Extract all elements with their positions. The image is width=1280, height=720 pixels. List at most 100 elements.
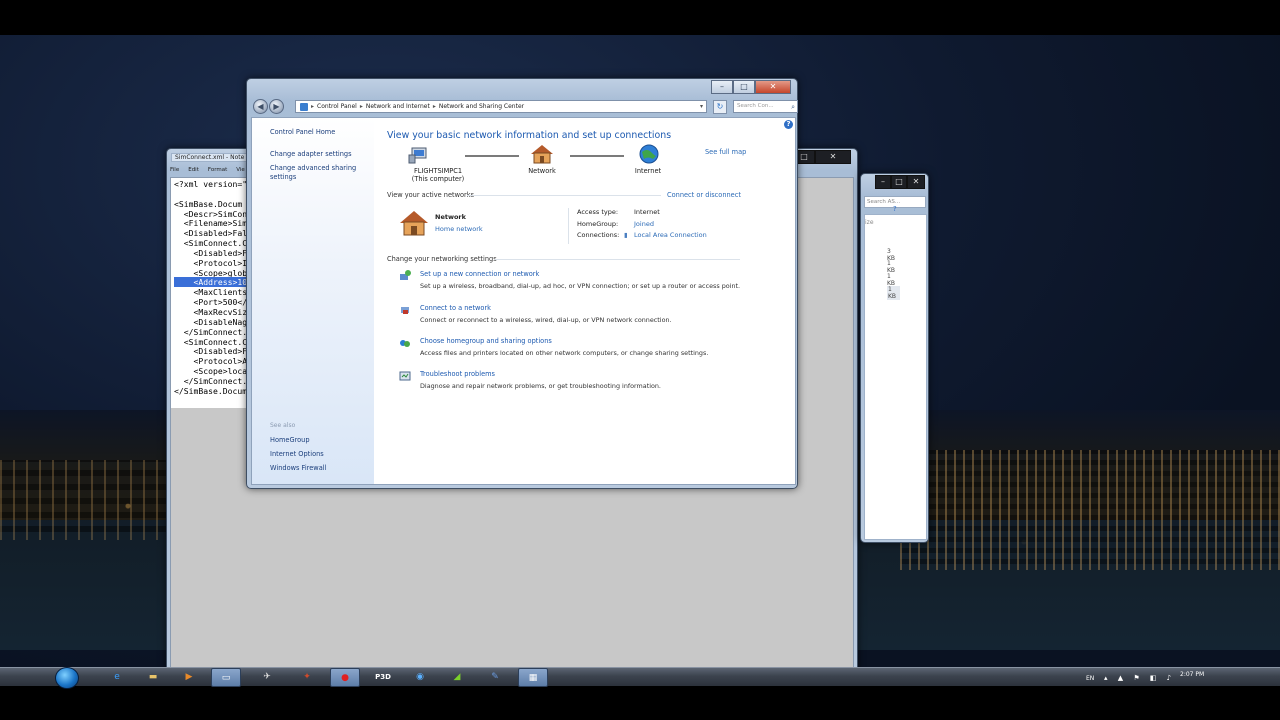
see-full-map-link[interactable]: See full map — [705, 148, 746, 156]
section-divider — [495, 259, 740, 260]
notepad-line[interactable]: <Disabled>Fals — [174, 346, 249, 356]
start-button[interactable] — [55, 667, 79, 689]
network-icon[interactable]: ▦ — [518, 668, 548, 687]
nsc-toolbar: ◀ ▶ ▸ Control Panel ▸ Network and Intern… — [251, 99, 798, 114]
notepad-line[interactable]: <Disabled>False — [174, 228, 249, 238]
explorer-window[interactable]: – □ ✕ Search AS... ize ? 3 KB 1 KB 1 KB … — [860, 173, 929, 543]
task-title[interactable]: Choose homegroup and sharing options — [420, 337, 552, 345]
tray-icons[interactable]: ▴ ▲ ⚑ ◧ ♪ — [1104, 674, 1175, 682]
windows-firewall-link[interactable]: Windows Firewall — [270, 464, 326, 472]
local-area-connection-link[interactable]: Local Area Connection — [634, 231, 707, 239]
file-size: 1 KB — [887, 260, 896, 274]
change-adapter-settings-link[interactable]: Change adapter settings — [270, 150, 352, 158]
notepad-line[interactable]: <Filename>SimC — [174, 218, 249, 228]
refresh-button[interactable]: ↻ — [713, 100, 727, 114]
map-computer-node[interactable] — [407, 146, 429, 166]
folder-icon[interactable]: ▬ — [139, 668, 167, 685]
tools-icon[interactable]: ✎ — [481, 668, 509, 685]
address-bar[interactable]: ▸ Control Panel ▸ Network and Internet ▸… — [295, 100, 707, 113]
notepad-line[interactable]: <Protocol>IPv4 — [174, 258, 249, 268]
plane-icon[interactable]: ✈ — [253, 668, 281, 685]
change-advanced-sharing-link-line2[interactable]: settings — [270, 173, 296, 181]
menu-file[interactable]: File — [170, 167, 179, 173]
notepad-line[interactable]: <Descr>SimCon — [174, 209, 247, 219]
ie-icon[interactable]: e — [103, 668, 131, 685]
notepad-line[interactable]: <Port>500</Por — [174, 297, 249, 307]
breadcrumb-arrow-icon: ▸ — [359, 103, 363, 110]
homegroup-label: HomeGroup: — [577, 220, 619, 228]
notepad-line[interactable]: <DisableNagle> — [174, 317, 249, 327]
control-panel-home-link[interactable]: Control Panel Home — [270, 128, 335, 136]
homegroup-icon — [400, 340, 410, 347]
record-icon[interactable]: ● — [330, 668, 360, 687]
minimize-button[interactable]: – — [875, 175, 891, 189]
file-size-selected: 1 KB — [887, 286, 900, 300]
task-title[interactable]: Troubleshoot problems — [420, 370, 495, 378]
p3d-icon[interactable]: P3D — [369, 668, 397, 685]
map-connection-line — [465, 155, 519, 157]
search-icon[interactable]: ⌕ — [791, 102, 795, 113]
notepad-line[interactable]: <Disabled>Fals — [174, 248, 249, 258]
notepad-line[interactable]: <?xml version="1. — [174, 179, 249, 189]
explorer-caption-buttons: – □ ✕ — [875, 175, 925, 189]
compass-icon[interactable]: ✦ — [293, 668, 321, 685]
clock[interactable]: 2:07 PM — [1180, 671, 1204, 678]
close-button[interactable]: ✕ — [907, 175, 925, 189]
size-column-header[interactable]: ize — [865, 219, 874, 226]
notepad-line[interactable]: <SimConnect.Co — [174, 337, 249, 347]
explorer-file-pane[interactable]: ize ? 3 KB 1 KB 1 KB 1 KB — [864, 205, 927, 540]
new-connection-icon — [400, 270, 411, 280]
globe-icon[interactable]: ◉ — [406, 668, 434, 685]
section-divider — [467, 195, 661, 196]
internet-options-link[interactable]: Internet Options — [270, 450, 324, 458]
notepad-line[interactable]: <Scope>global< — [174, 268, 249, 278]
task-title[interactable]: Set up a new connection or network — [420, 270, 539, 278]
breadcrumb-control-panel[interactable]: Control Panel — [317, 101, 357, 112]
help-icon[interactable]: ? — [893, 205, 897, 213]
breadcrumb-network-internet[interactable]: Network and Internet — [366, 101, 430, 112]
notepad-line[interactable]: <MaxClients>64 — [174, 287, 249, 297]
close-button[interactable]: ✕ — [755, 80, 791, 94]
homegroup-link[interactable]: HomeGroup — [270, 436, 310, 444]
homegroup-joined-link[interactable]: Joined — [634, 220, 654, 228]
menu-format[interactable]: Format — [208, 167, 227, 173]
search-input[interactable]: Search Con... ⌕ — [733, 100, 798, 113]
maximize-button[interactable]: □ — [733, 80, 755, 94]
close-button[interactable]: ✕ — [815, 150, 851, 164]
active-networks-label: View your active networks — [387, 191, 475, 199]
maximize-button[interactable]: □ — [891, 175, 907, 189]
network-type-link[interactable]: Home network — [435, 225, 483, 233]
notepad-line[interactable]: <Protocol>Auto< — [174, 356, 249, 366]
map-network-node[interactable] — [530, 144, 554, 166]
back-button[interactable]: ◀ — [253, 99, 268, 114]
media-icon[interactable]: ▶ — [175, 668, 203, 685]
notepad-text[interactable]: <?xml version="1. <SimBase.Docum <Descr>… — [171, 178, 249, 408]
menu-edit[interactable]: Edit — [188, 167, 199, 173]
task-description: Set up a wireless, broadband, dial-up, a… — [420, 282, 741, 290]
notepad-line[interactable]: <Scope>local</ — [174, 366, 249, 376]
notepad-line[interactable]: <MaxRecvSize> — [174, 307, 249, 317]
menu-view[interactable]: Vie — [236, 167, 245, 173]
help-icon[interactable]: ? — [784, 120, 793, 129]
nvidia-icon[interactable]: ◢ — [443, 668, 471, 685]
computer-icon — [408, 147, 427, 164]
notepad-line[interactable]: <SimBase.Docum — [174, 199, 242, 209]
notepad-line[interactable]: </SimBase.Docum — [174, 386, 247, 396]
notepad-line[interactable]: </SimConnect.Co — [174, 327, 249, 337]
language-indicator[interactable]: EN — [1086, 675, 1094, 682]
breadcrumb-nsc[interactable]: Network and Sharing Center — [439, 101, 524, 112]
network-sharing-center-window[interactable]: – □ ✕ ◀ ▶ ▸ Control Panel ▸ Network and … — [246, 78, 798, 489]
notepad-line[interactable]: </SimConnect.Co — [174, 376, 249, 386]
app-icon[interactable]: ▭ — [211, 668, 241, 687]
active-network-icon — [399, 210, 429, 238]
notepad-line[interactable]: <Address>10.1. — [174, 277, 249, 288]
minimize-button[interactable]: – — [711, 80, 733, 94]
map-internet-node[interactable] — [638, 144, 660, 168]
troubleshoot-icon — [399, 371, 411, 381]
change-advanced-sharing-link[interactable]: Change advanced sharing — [270, 164, 356, 172]
forward-button[interactable]: ▶ — [269, 99, 284, 114]
connect-or-disconnect-link[interactable]: Connect or disconnect — [667, 191, 741, 199]
notepad-line[interactable]: <SimConnect.Co — [174, 238, 249, 248]
address-dropdown-icon[interactable]: ▾ — [700, 101, 703, 112]
task-title[interactable]: Connect to a network — [420, 304, 491, 312]
